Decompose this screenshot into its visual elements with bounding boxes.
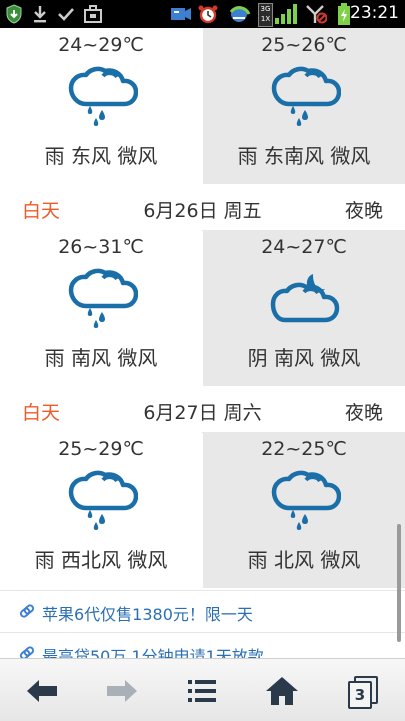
shield-icon [4,4,24,24]
night-cell[interactable]: 25~26℃ 雨 东南风 微风 [203,28,405,184]
tab-count: 3 [348,681,372,709]
ad-text: 苹果6代仅售1380元！限一天 [42,605,253,624]
night-cell[interactable]: 24~27℃ 阴 南风 微风 [203,230,405,386]
download-icon [30,4,50,24]
status-bar: 3G 1X 23:21 [0,0,405,28]
ad-text: 最高贷50万 1分钟申请1天放款 [42,647,264,658]
date-bar: 白天 6月26日 周五 夜晚 [0,184,405,231]
tabs-icon: 3 [348,676,378,709]
night-description: 雨 东南风 微风 [237,144,371,168]
rain-cloud-icon [68,66,138,126]
day-cell[interactable]: 25~29℃ 雨 西北风 微风 [0,432,202,588]
ad-link[interactable]: 苹果6代仅售1380元！限一天 [0,590,405,631]
sync-icon [226,4,252,24]
night-temperature: 25~26℃ [261,34,347,56]
network-type-label: 3G [260,5,271,13]
rain-cloud-icon [68,470,138,530]
forecast-row: 25~29℃ 雨 西北风 微风 22~25℃ 雨 北风 微风 [0,432,405,588]
day-temperature: 26~31℃ [58,236,144,258]
night-temperature: 22~25℃ [261,438,347,460]
browser-toolbar: 3 [0,658,405,721]
back-arrow-icon [27,680,57,702]
no-sim-icon [302,4,328,24]
rain-cloud-icon [271,66,341,126]
night-label: 夜晚 [344,402,383,424]
menu-list-icon [188,680,216,702]
status-time: 23:21 [350,3,399,23]
day-description: 雨 南风 微风 [44,346,158,370]
night-description: 雨 北风 微风 [247,548,361,572]
tabs-button[interactable]: 3 [342,671,382,711]
link-icon [19,604,35,618]
alarm-icon [196,4,220,24]
link-icon [19,646,35,658]
night-temperature: 24~27℃ [261,236,347,258]
weather-forecast[interactable]: 24~29℃ 雨 东风 微风 25~26℃ 雨 东南风 微风 白天 6月26日 … [0,28,405,658]
night-cell[interactable]: 22~25℃ 雨 北风 微风 [203,432,405,588]
day-temperature: 25~29℃ [58,438,144,460]
moon-cloud-icon [270,274,340,323]
camera-icon [170,4,192,24]
home-icon [266,677,298,705]
rain-cloud-icon [68,268,138,328]
forward-arrow-icon [107,680,137,702]
night-description: 阴 南风 微风 [247,346,361,370]
date-bar: 白天 6月27日 周六 夜晚 [0,386,405,433]
home-button[interactable] [262,671,302,711]
ad-link[interactable]: 最高贷50万 1分钟申请1天放款 [0,632,405,658]
day-cell[interactable]: 24~29℃ 雨 东风 微风 [0,28,202,184]
back-button[interactable] [22,671,62,711]
forecast-row: 26~31℃ 雨 南风 微风 24~27℃ 阴 南风 微风 [0,230,405,386]
menu-button[interactable] [182,671,222,711]
network-type-label: 1X [260,15,271,23]
rain-cloud-icon [271,470,341,530]
signal-icon: 3G 1X [258,3,298,27]
forward-button[interactable] [102,671,142,711]
day-description: 雨 西北风 微风 [34,548,168,572]
check-icon [56,4,76,24]
night-label: 夜晚 [344,200,383,222]
day-temperature: 24~29℃ [58,34,144,56]
day-cell[interactable]: 26~31℃ 雨 南风 微风 [0,230,202,386]
day-description: 雨 东风 微风 [44,144,158,168]
scrollbar[interactable] [397,524,401,642]
bag-icon [82,4,104,24]
forecast-row: 24~29℃ 雨 东风 微风 25~26℃ 雨 东南风 微风 [0,28,405,184]
